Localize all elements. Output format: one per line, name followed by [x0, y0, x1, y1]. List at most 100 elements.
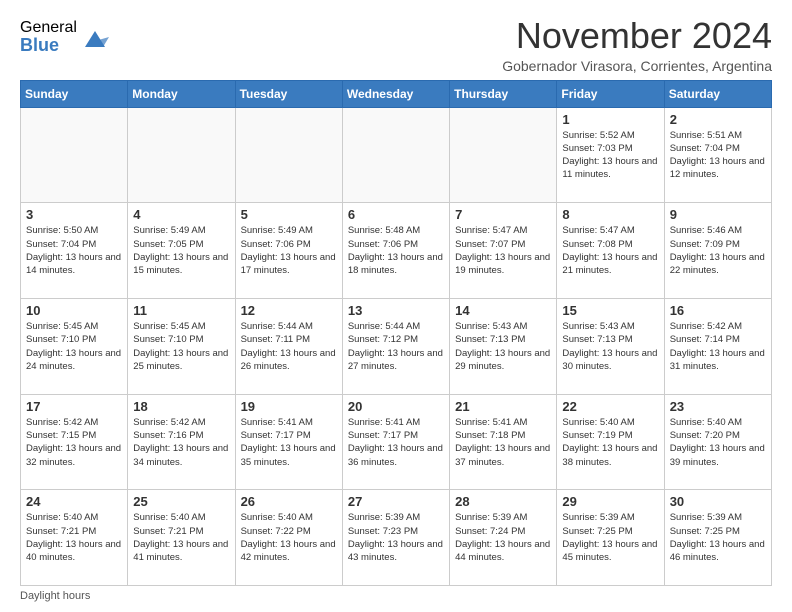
calendar-cell	[342, 107, 449, 203]
day-number: 1	[562, 112, 658, 127]
day-info: Sunrise: 5:41 AMSunset: 7:17 PMDaylight:…	[348, 416, 444, 469]
calendar-header-saturday: Saturday	[664, 80, 771, 107]
day-info: Sunrise: 5:47 AMSunset: 7:08 PMDaylight:…	[562, 224, 658, 277]
calendar-cell: 4Sunrise: 5:49 AMSunset: 7:05 PMDaylight…	[128, 203, 235, 299]
day-number: 4	[133, 207, 229, 222]
day-number: 28	[455, 494, 551, 509]
day-info: Sunrise: 5:40 AMSunset: 7:22 PMDaylight:…	[241, 511, 337, 564]
day-number: 16	[670, 303, 766, 318]
day-info: Sunrise: 5:45 AMSunset: 7:10 PMDaylight:…	[133, 320, 229, 373]
day-info: Sunrise: 5:43 AMSunset: 7:13 PMDaylight:…	[455, 320, 551, 373]
calendar-cell: 21 Sunrise: 5:41 AMSunset: 7:18 PMDayligh…	[450, 394, 557, 490]
day-number: 18	[133, 399, 229, 414]
month-title: November 2024	[502, 16, 772, 56]
calendar-header-sunday: Sunday	[21, 80, 128, 107]
day-number: 26	[241, 494, 337, 509]
calendar-cell	[128, 107, 235, 203]
calendar-week-row: 17 Sunrise: 5:42 AMSunset: 7:15 PMDayligh…	[21, 394, 772, 490]
calendar-header-thursday: Thursday	[450, 80, 557, 107]
day-number: 15	[562, 303, 658, 318]
day-info: Sunrise: 5:40 AMSunset: 7:21 PMDaylight:…	[26, 511, 122, 564]
day-number: 2	[670, 112, 766, 127]
day-info: Sunrise: 5:42 AMSunset: 7:15 PMDaylight:…	[26, 416, 122, 469]
calendar-header-row: SundayMondayTuesdayWednesdayThursdayFrid…	[21, 80, 772, 107]
calendar-cell: 29Sunrise: 5:39 AMSunset: 7:25 PMDayligh…	[557, 490, 664, 586]
calendar-cell: 23 Sunrise: 5:40 AMSunset: 7:20 PMDayligh…	[664, 394, 771, 490]
calendar-cell: 17 Sunrise: 5:42 AMSunset: 7:15 PMDayligh…	[21, 394, 128, 490]
day-number: 17	[26, 399, 122, 414]
day-info: Sunrise: 5:44 AMSunset: 7:12 PMDaylight:…	[348, 320, 444, 373]
day-number: 27	[348, 494, 444, 509]
calendar-cell: 20Sunrise: 5:41 AMSunset: 7:17 PMDayligh…	[342, 394, 449, 490]
day-number: 14	[455, 303, 551, 318]
day-number: 30	[670, 494, 766, 509]
day-info: Sunrise: 5:48 AMSunset: 7:06 PMDaylight:…	[348, 224, 444, 277]
day-info: Sunrise: 5:49 AMSunset: 7:06 PMDaylight:…	[241, 224, 337, 277]
calendar-header-friday: Friday	[557, 80, 664, 107]
day-info: Sunrise: 5:44 AMSunset: 7:11 PMDaylight:…	[241, 320, 337, 373]
calendar-cell: 16Sunrise: 5:42 AMSunset: 7:14 PMDayligh…	[664, 298, 771, 394]
day-number: 19	[241, 399, 337, 414]
day-number: 13	[348, 303, 444, 318]
day-number: 3	[26, 207, 122, 222]
day-number: 5	[241, 207, 337, 222]
calendar-cell: 15 Sunrise: 5:43 AMSunset: 7:13 PMDayligh…	[557, 298, 664, 394]
calendar-cell: 7Sunrise: 5:47 AMSunset: 7:07 PMDaylight…	[450, 203, 557, 299]
header: General Blue November 2024 Gobernador Vi…	[20, 16, 772, 74]
calendar-cell: 19 Sunrise: 5:41 AMSunset: 7:17 PMDayligh…	[235, 394, 342, 490]
day-info: Sunrise: 5:40 AMSunset: 7:19 PMDaylight:…	[562, 416, 658, 469]
day-number: 25	[133, 494, 229, 509]
day-info: Sunrise: 5:41 AMSunset: 7:17 PMDaylight:…	[241, 416, 337, 469]
day-number: 24	[26, 494, 122, 509]
calendar-cell: 8 Sunrise: 5:47 AMSunset: 7:08 PMDaylight…	[557, 203, 664, 299]
calendar-cell: 3 Sunrise: 5:50 AMSunset: 7:04 PMDaylight…	[21, 203, 128, 299]
day-info: Sunrise: 5:39 AMSunset: 7:25 PMDaylight:…	[562, 511, 658, 564]
calendar-cell: 28 Sunrise: 5:39 AMSunset: 7:24 PMDayligh…	[450, 490, 557, 586]
day-info: Sunrise: 5:50 AMSunset: 7:04 PMDaylight:…	[26, 224, 122, 277]
calendar-cell: 25 Sunrise: 5:40 AMSunset: 7:21 PMDayligh…	[128, 490, 235, 586]
day-info: Sunrise: 5:45 AMSunset: 7:10 PMDaylight:…	[26, 320, 122, 373]
day-number: 6	[348, 207, 444, 222]
calendar-week-row: 24 Sunrise: 5:40 AMSunset: 7:21 PMDayligh…	[21, 490, 772, 586]
day-info: Sunrise: 5:39 AMSunset: 7:23 PMDaylight:…	[348, 511, 444, 564]
day-number: 22	[562, 399, 658, 414]
calendar-week-row: 1Sunrise: 5:52 AMSunset: 7:03 PMDaylight…	[21, 107, 772, 203]
calendar-cell: 10Sunrise: 5:45 AMSunset: 7:10 PMDayligh…	[21, 298, 128, 394]
calendar-cell	[450, 107, 557, 203]
calendar-cell: 24 Sunrise: 5:40 AMSunset: 7:21 PMDayligh…	[21, 490, 128, 586]
day-info: Sunrise: 5:39 AMSunset: 7:25 PMDaylight:…	[670, 511, 766, 564]
logo-blue: Blue	[20, 36, 77, 54]
calendar-cell: 12 Sunrise: 5:44 AMSunset: 7:11 PMDayligh…	[235, 298, 342, 394]
calendar-cell: 30 Sunrise: 5:39 AMSunset: 7:25 PMDayligh…	[664, 490, 771, 586]
day-info: Sunrise: 5:47 AMSunset: 7:07 PMDaylight:…	[455, 224, 551, 277]
day-info: Sunrise: 5:40 AMSunset: 7:20 PMDaylight:…	[670, 416, 766, 469]
day-info: Sunrise: 5:51 AMSunset: 7:04 PMDaylight:…	[670, 129, 766, 182]
day-info: Sunrise: 5:40 AMSunset: 7:21 PMDaylight:…	[133, 511, 229, 564]
day-info: Sunrise: 5:39 AMSunset: 7:24 PMDaylight:…	[455, 511, 551, 564]
calendar-cell: 13 Sunrise: 5:44 AMSunset: 7:12 PMDayligh…	[342, 298, 449, 394]
day-info: Sunrise: 5:43 AMSunset: 7:13 PMDaylight:…	[562, 320, 658, 373]
calendar-week-row: 10Sunrise: 5:45 AMSunset: 7:10 PMDayligh…	[21, 298, 772, 394]
day-number: 8	[562, 207, 658, 222]
day-info: Sunrise: 5:41 AMSunset: 7:18 PMDaylight:…	[455, 416, 551, 469]
calendar-header-tuesday: Tuesday	[235, 80, 342, 107]
calendar-table: SundayMondayTuesdayWednesdayThursdayFrid…	[20, 80, 772, 586]
page: General Blue November 2024 Gobernador Vi…	[0, 0, 792, 612]
logo-icon	[81, 23, 109, 51]
calendar-cell	[235, 107, 342, 203]
calendar-cell	[21, 107, 128, 203]
day-number: 9	[670, 207, 766, 222]
calendar-cell: 18Sunrise: 5:42 AMSunset: 7:16 PMDayligh…	[128, 394, 235, 490]
day-number: 23	[670, 399, 766, 414]
day-number: 12	[241, 303, 337, 318]
day-info: Sunrise: 5:46 AMSunset: 7:09 PMDaylight:…	[670, 224, 766, 277]
calendar-cell: 9 Sunrise: 5:46 AMSunset: 7:09 PMDaylight…	[664, 203, 771, 299]
calendar-cell: 6 Sunrise: 5:48 AMSunset: 7:06 PMDaylight…	[342, 203, 449, 299]
calendar-cell: 27 Sunrise: 5:39 AMSunset: 7:23 PMDayligh…	[342, 490, 449, 586]
day-number: 21	[455, 399, 551, 414]
calendar-header-wednesday: Wednesday	[342, 80, 449, 107]
calendar-cell: 5 Sunrise: 5:49 AMSunset: 7:06 PMDaylight…	[235, 203, 342, 299]
logo: General Blue	[20, 20, 109, 54]
calendar-cell: 26 Sunrise: 5:40 AMSunset: 7:22 PMDayligh…	[235, 490, 342, 586]
calendar-cell: 22 Sunrise: 5:40 AMSunset: 7:19 PMDayligh…	[557, 394, 664, 490]
